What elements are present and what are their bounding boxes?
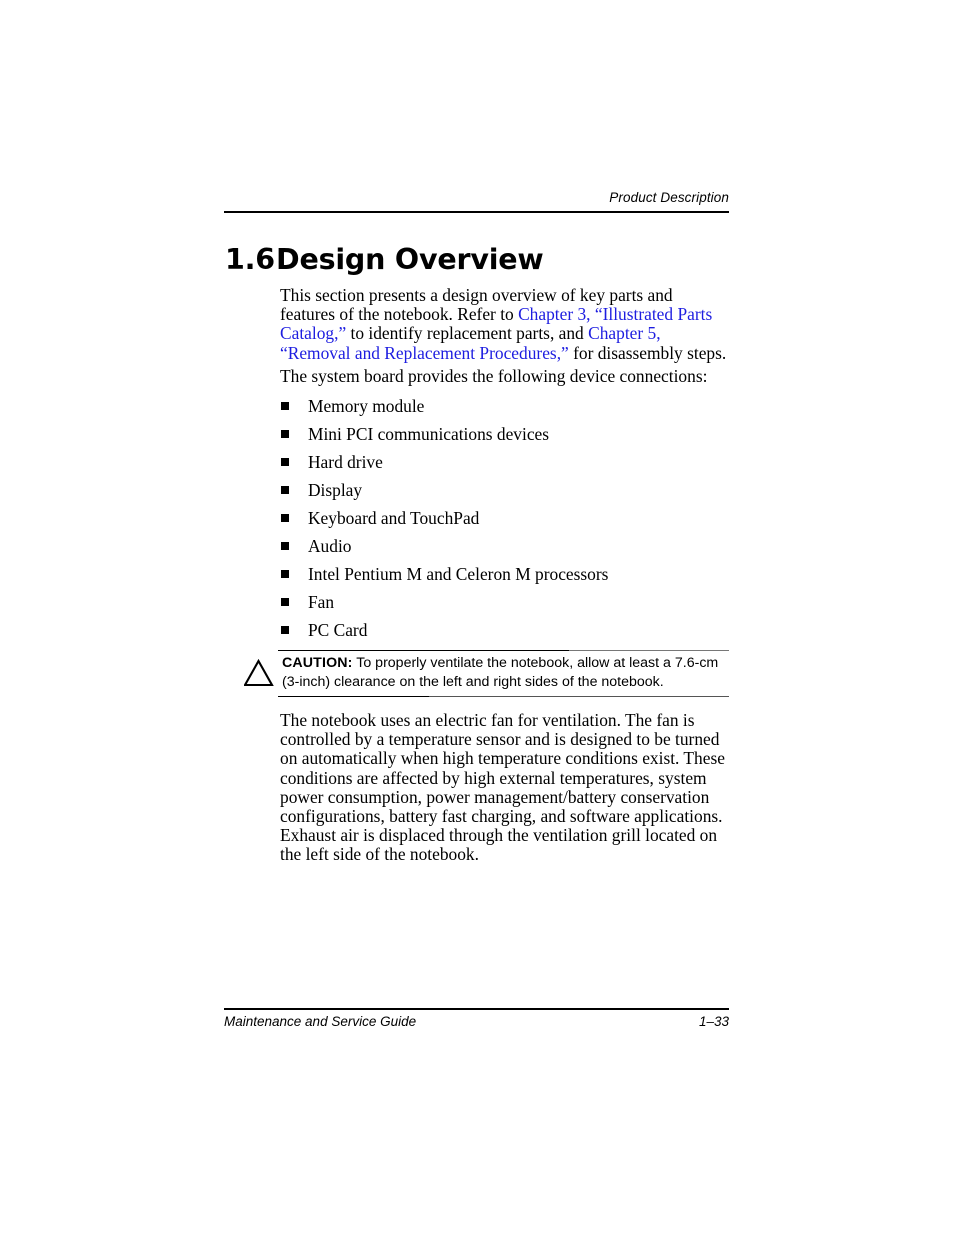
list-item-label: PC Card <box>308 620 368 640</box>
page-header: Product Description <box>224 189 729 213</box>
page-footer: Maintenance and Service Guide 1–33 <box>224 1012 729 1034</box>
device-connections-list: Memory module Mini PCI communications de… <box>280 396 729 648</box>
caution-text: CAUTION: To properly ventilate the noteb… <box>282 654 729 691</box>
square-bullet-icon <box>281 402 289 410</box>
caution-top-divider <box>278 650 729 652</box>
header-divider <box>224 211 729 213</box>
list-lead-in: The system board provides the following … <box>280 366 708 386</box>
list-item-label: Intel Pentium M and Celeron M processors <box>308 564 609 584</box>
list-item-label: Memory module <box>308 396 425 416</box>
square-bullet-icon <box>281 598 289 606</box>
list-item-label: Keyboard and TouchPad <box>308 508 480 528</box>
caution-bottom-divider <box>278 696 729 698</box>
list-item: Keyboard and TouchPad <box>280 508 729 536</box>
square-bullet-icon <box>281 486 289 494</box>
caution-bottom-divider-fade <box>429 696 729 698</box>
warning-triangle-icon <box>243 658 274 687</box>
list-item-label: Audio <box>308 536 352 556</box>
square-bullet-icon <box>281 570 289 578</box>
list-item: Mini PCI communications devices <box>280 424 729 452</box>
square-bullet-icon <box>281 542 289 550</box>
section-title: Design Overview <box>276 243 544 276</box>
caution-top-divider-fade <box>569 650 729 652</box>
list-item: Intel Pentium M and Celeron M processors <box>280 564 729 592</box>
list-item-label: Fan <box>308 592 335 612</box>
list-item-label: Hard drive <box>308 452 383 472</box>
list-item: Fan <box>280 592 729 620</box>
list-item: Audio <box>280 536 729 564</box>
footer-page-number: 1–33 <box>698 1014 729 1029</box>
list-item-label: Display <box>308 480 363 500</box>
list-item: Display <box>280 480 729 508</box>
square-bullet-icon <box>281 514 289 522</box>
square-bullet-icon <box>281 626 289 634</box>
list-item: PC Card <box>280 620 729 648</box>
footer-divider <box>224 1008 729 1010</box>
intro-text-part2: to identify replacement parts, and <box>346 323 589 344</box>
section-number: 1.6 <box>225 243 275 276</box>
caution-note: CAUTION: To properly ventilate the noteb… <box>243 650 729 698</box>
footer-guide-title: Maintenance and Service Guide <box>224 1014 417 1029</box>
intro-text-part3: for disassembly steps. <box>568 342 727 363</box>
intro-paragraph: This section presents a design overview … <box>280 285 729 363</box>
fan-paragraph: The notebook uses an electric fan for ve… <box>280 710 725 865</box>
list-item: Memory module <box>280 396 729 424</box>
document-page: Product Description 1.6Design Overview T… <box>0 0 954 1235</box>
page-title: 1.6Design Overview <box>225 243 544 277</box>
square-bullet-icon <box>281 458 289 466</box>
header-title: Product Description <box>609 190 729 205</box>
list-item-label: Mini PCI communications devices <box>308 424 550 444</box>
list-item: Hard drive <box>280 452 729 480</box>
square-bullet-icon <box>281 430 289 438</box>
caution-label: CAUTION: <box>282 655 353 671</box>
